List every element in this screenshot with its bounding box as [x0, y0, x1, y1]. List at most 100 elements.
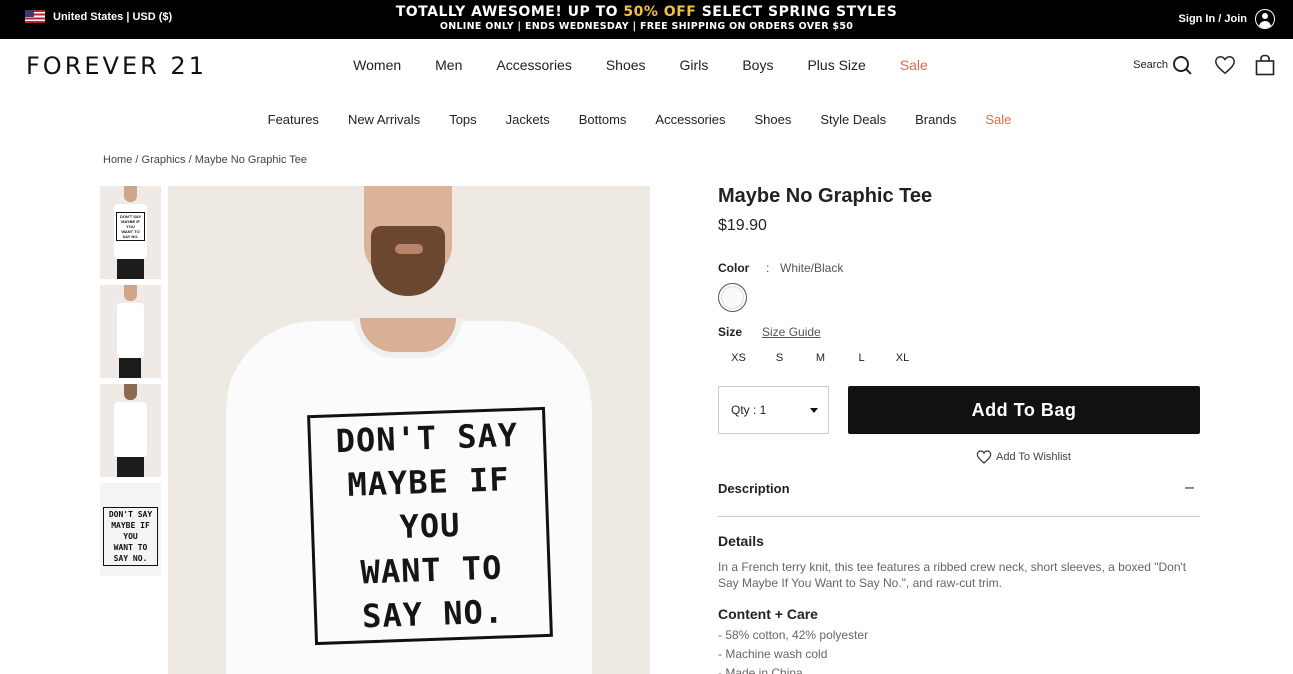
graphic-line: MAYBE IF YOU: [111, 521, 150, 541]
breadcrumb: Home / Graphics / Maybe No Graphic Tee: [103, 154, 307, 166]
subnav-shoes[interactable]: Shoes: [740, 112, 806, 127]
model-mouth: [395, 244, 423, 254]
promo-highlight: 50% OFF: [623, 4, 697, 20]
care-heading: Content + Care: [718, 606, 818, 622]
description-accordion[interactable]: Description –: [718, 479, 1200, 517]
graphic-line: MAYBE IF YOU: [346, 460, 511, 547]
nav-men[interactable]: Men: [418, 57, 479, 73]
care-item: - Machine wash cold: [718, 647, 828, 661]
main-nav: Women Men Accessories Shoes Girls Boys P…: [0, 57, 1293, 73]
subnav-bottoms[interactable]: Bottoms: [564, 112, 641, 127]
nav-women[interactable]: Women: [336, 57, 418, 73]
description-label: Description: [718, 481, 790, 496]
swatch-fill: [721, 286, 744, 309]
tee-graphic: DON'T SAY MAYBE IF YOU WANT TO SAY NO.: [116, 212, 145, 241]
graphic-line: DON'T SAY: [108, 510, 153, 519]
graphic-line: SAY NO.: [361, 592, 505, 636]
nav-shoes[interactable]: Shoes: [589, 57, 663, 73]
add-to-wishlist-link[interactable]: Add To Wishlist: [976, 449, 1200, 465]
tee-graphic: DON'T SAY MAYBE IF YOU WANT TO SAY NO.: [307, 406, 553, 646]
search-button[interactable]: Search: [1133, 55, 1192, 75]
care-item: - Made in China: [718, 666, 803, 674]
size-guide-link[interactable]: Size Guide: [762, 325, 821, 339]
size-option-m[interactable]: M: [800, 352, 841, 364]
promo-bar: United States | USD ($) TOTALLY AWESOME!…: [0, 0, 1293, 39]
nav-girls[interactable]: Girls: [663, 57, 726, 73]
product-title: Maybe No Graphic Tee: [718, 185, 933, 207]
category-nav: Features New Arrivals Tops Jackets Botto…: [0, 112, 1293, 127]
model-beard: [371, 226, 445, 296]
model-legs: [117, 457, 144, 477]
subnav-tops[interactable]: Tops: [435, 112, 491, 127]
color-row: Color : White/Black: [718, 261, 1200, 275]
user-icon: [1255, 9, 1275, 29]
size-option-l[interactable]: L: [841, 352, 882, 364]
graphic-line: MAYBE IF YOU: [121, 219, 140, 229]
color-label: Color: [718, 261, 750, 275]
subnav-brands[interactable]: Brands: [901, 112, 971, 127]
model-head: [124, 186, 137, 202]
product-info: Maybe No Graphic Tee $19.90 Color : Whit…: [718, 183, 1200, 674]
model-head: [124, 384, 137, 400]
tee-image: [117, 303, 144, 358]
breadcrumb-current: Maybe No Graphic Tee: [194, 154, 308, 166]
care-item: - 58% cotton, 42% polyester: [718, 628, 869, 642]
breadcrumb-graphics[interactable]: Graphics: [142, 154, 186, 166]
nav-sale[interactable]: Sale: [883, 57, 945, 73]
subnav-new-arrivals[interactable]: New Arrivals: [333, 112, 434, 127]
breadcrumb-separator: /: [132, 154, 142, 166]
subnav-style-deals[interactable]: Style Deals: [806, 112, 901, 127]
quantity-value: Qty : 1: [731, 403, 767, 417]
size-option-xs[interactable]: XS: [718, 352, 759, 364]
quantity-select[interactable]: Qty : 1: [718, 386, 829, 434]
product-price: $19.90: [718, 217, 767, 234]
nav-boys[interactable]: Boys: [725, 57, 790, 73]
color-value: White/Black: [780, 261, 844, 275]
graphic-line: SAY NO.: [113, 554, 148, 563]
thumbnail-gallery: DON'T SAY MAYBE IF YOU WANT TO SAY NO. D…: [100, 186, 161, 582]
buy-row: Qty : 1 Add To Bag: [718, 386, 1200, 434]
collapse-icon: –: [1185, 479, 1194, 496]
breadcrumb-home[interactable]: Home: [103, 154, 132, 166]
size-row: Size Size Guide: [718, 325, 1200, 339]
thumbnail-closeup[interactable]: DON'T SAY MAYBE IF YOU WANT TO SAY NO.: [100, 483, 161, 576]
shopping-bag-icon[interactable]: [1255, 54, 1275, 76]
chevron-down-icon: [810, 407, 818, 413]
color-swatch-white[interactable]: [718, 283, 747, 312]
thumbnail-side[interactable]: [100, 285, 161, 378]
wishlist-heart-icon[interactable]: [1214, 54, 1236, 76]
graphic-line: WANT TO: [113, 543, 148, 552]
subnav-jackets[interactable]: Jackets: [491, 112, 564, 127]
tee-image: [114, 402, 147, 457]
color-separator: :: [766, 261, 770, 275]
size-option-s[interactable]: S: [759, 352, 800, 364]
subnav-accessories[interactable]: Accessories: [641, 112, 740, 127]
care-list: - 58% cotton, 42% polyester - Machine wa…: [718, 626, 1200, 674]
add-to-bag-button[interactable]: Add To Bag: [848, 386, 1200, 434]
subnav-features[interactable]: Features: [253, 112, 333, 127]
search-label: Search: [1133, 59, 1168, 71]
tee-graphic: DON'T SAY MAYBE IF YOU WANT TO SAY NO.: [103, 507, 158, 566]
nav-accessories[interactable]: Accessories: [479, 57, 588, 73]
promo-suffix: SELECT SPRING STYLES: [696, 4, 898, 20]
details-text: In a French terry knit, this tee feature…: [718, 560, 1187, 590]
sign-in-link[interactable]: Sign In / Join: [1179, 9, 1275, 29]
graphic-line: SAY NO.: [122, 234, 139, 239]
promo-message[interactable]: TOTALLY AWESOME! UP TO 50% OFF SELECT SP…: [0, 4, 1293, 33]
subnav-sale[interactable]: Sale: [971, 112, 1026, 127]
nav-plus-size[interactable]: Plus Size: [790, 57, 882, 73]
thumbnail-back[interactable]: [100, 384, 161, 477]
promo-prefix: TOTALLY AWESOME! UP TO: [395, 4, 624, 20]
thumbnail-front[interactable]: DON'T SAY MAYBE IF YOU WANT TO SAY NO.: [100, 186, 161, 279]
details-heading: Details: [718, 533, 764, 549]
size-option-xl[interactable]: XL: [882, 352, 923, 364]
main-product-image[interactable]: DON'T SAY MAYBE IF YOU WANT TO SAY NO.: [168, 186, 650, 674]
model-legs: [117, 259, 144, 279]
promo-subline: ONLINE ONLY | ENDS WEDNESDAY | FREE SHIP…: [439, 21, 854, 32]
model-legs: [119, 358, 141, 378]
sign-in-label: Sign In / Join: [1178, 13, 1247, 25]
size-options: XS S M L XL: [718, 352, 1200, 364]
size-label: Size: [718, 325, 743, 339]
breadcrumb-separator: /: [185, 154, 195, 166]
heart-icon: [976, 450, 992, 464]
